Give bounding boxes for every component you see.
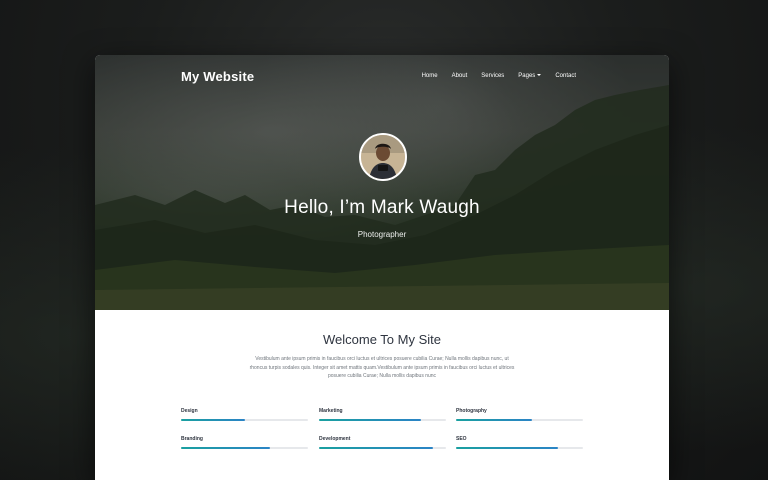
hero-section: My Website Home About Services Pages Con… [95,55,669,310]
nav-contact[interactable]: Contact [555,73,576,79]
skill-label: Design [181,408,198,414]
welcome-section: Welcome To My Site Vestibulum ante ipsum… [95,310,669,480]
hero-subtitle: Photographer [357,230,407,239]
skill-progress-track [181,419,308,421]
skill-progress-fill [456,419,533,421]
skill-progress-fill [319,419,421,421]
skill-label: Photography [456,408,487,414]
section-text: Vestibulum ante ipsum primis in faucibus… [249,356,515,379]
skill-label: SEO [456,436,467,442]
skill-progress-track [456,447,583,449]
skill-progress-fill [456,447,558,449]
nav-home[interactable]: Home [422,73,438,79]
website-preview: My Website Home About Services Pages Con… [95,55,669,480]
skill-design: Design [181,408,308,421]
section-title: Welcome To My Site [322,332,441,347]
skill-branding: Branding [181,436,308,449]
site-brand[interactable]: My Website [181,69,254,84]
skill-label: Marketing [319,408,343,414]
skill-label: Development [319,436,351,442]
hero-title: Hello, I’m Mark Waugh [284,197,480,218]
skill-progress-fill [181,447,270,449]
nav-menu: Home About Services Pages Contact [422,73,576,79]
skill-seo: SEO [456,436,583,449]
skill-label: Branding [181,436,203,442]
skill-development: Development [319,436,446,449]
avatar [359,133,407,181]
chevron-down-icon [537,74,542,77]
navbar: My Website Home About Services Pages Con… [95,55,669,99]
skill-progress-track [456,419,583,421]
skill-progress-track [319,419,446,421]
nav-about[interactable]: About [452,73,468,79]
skill-progress-fill [319,447,434,449]
nav-pages[interactable]: Pages [518,73,542,79]
nav-pages-label: Pages [518,73,536,79]
profile-photo [361,135,405,179]
skill-marketing: Marketing [319,408,446,421]
skill-progress-track [181,447,308,449]
skill-progress-track [319,447,446,449]
nav-services[interactable]: Services [481,73,504,79]
skill-photography: Photography [456,408,583,421]
skill-progress-fill [181,419,245,421]
